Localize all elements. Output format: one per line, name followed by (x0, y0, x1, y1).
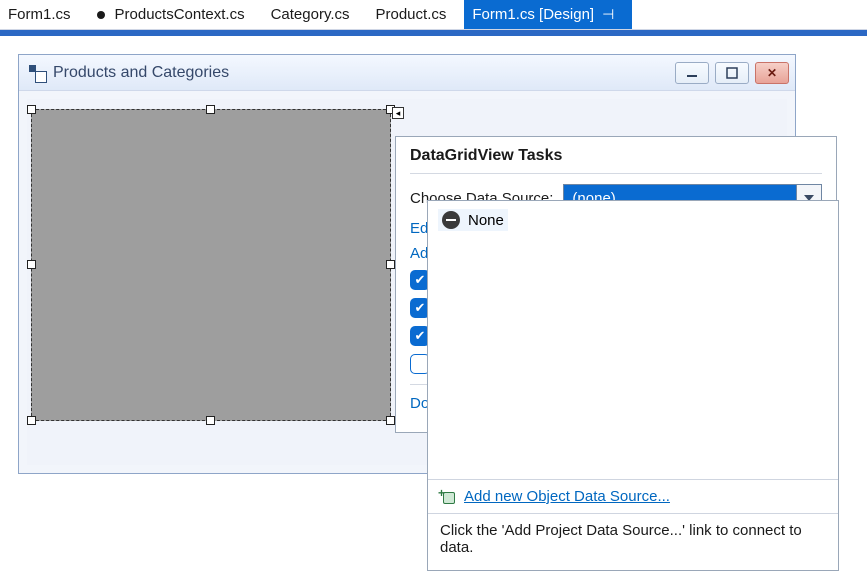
resize-handle-top-left[interactable] (27, 105, 36, 114)
data-source-option-none[interactable]: None (438, 209, 508, 231)
data-source-option-label: None (468, 212, 504, 229)
form-titlebar: Products and Categories ✕ (19, 55, 795, 91)
add-data-source-icon: + (440, 489, 456, 505)
close-button[interactable]: ✕ (755, 62, 789, 84)
tab-label: Form1.cs [Design] (472, 6, 594, 23)
pin-icon[interactable]: ⊣ (602, 6, 614, 23)
tab-category-cs[interactable]: Category.cs (263, 0, 368, 29)
data-source-popup: None + Add new Object Data Source... Cli… (427, 200, 839, 571)
tab-form1-cs[interactable]: Form1.cs (0, 0, 89, 29)
tab-label: ProductsContext.cs (115, 6, 245, 23)
smart-tag-glyph[interactable]: ◂ (392, 107, 404, 119)
tab-productscontext-cs[interactable]: ProductsContext.cs (89, 0, 263, 29)
resize-handle-middle-left[interactable] (27, 260, 36, 269)
add-object-data-source-link[interactable]: Add new Object Data Source... (464, 488, 670, 505)
data-source-tree[interactable]: None (428, 201, 838, 479)
resize-handle-bottom-left[interactable] (27, 416, 36, 425)
add-data-source-row: + Add new Object Data Source... (428, 480, 838, 513)
minimize-button[interactable] (675, 62, 709, 84)
window-buttons: ✕ (675, 62, 789, 84)
maximize-button[interactable] (715, 62, 749, 84)
datagridview-control[interactable]: ◂ (31, 109, 391, 421)
tab-label: Category.cs (271, 6, 350, 23)
resize-handle-bottom-middle[interactable] (206, 416, 215, 425)
resize-handle-top-middle[interactable] (206, 105, 215, 114)
designer-surface[interactable]: Products and Categories ✕ (0, 36, 867, 588)
form-app-icon (29, 65, 45, 81)
resize-handle-bottom-right[interactable] (386, 416, 395, 425)
tab-product-cs[interactable]: Product.cs (368, 0, 465, 29)
maximize-icon (726, 67, 738, 79)
form-title: Products and Categories (53, 64, 675, 82)
tab-label: Form1.cs (8, 6, 71, 23)
close-icon: ✕ (767, 66, 777, 80)
none-icon (442, 211, 460, 229)
tab-label: Product.cs (376, 6, 447, 23)
document-tab-strip: Form1.cs ProductsContext.cs Category.cs … (0, 0, 867, 30)
dirty-indicator-icon (97, 11, 105, 19)
tab-form1-design[interactable]: Form1.cs [Design] ⊣ (464, 0, 632, 29)
resize-handle-middle-right[interactable] (386, 260, 395, 269)
data-source-hint-text: Click the 'Add Project Data Source...' l… (428, 513, 838, 570)
tasks-panel-title: DataGridView Tasks (410, 147, 822, 174)
minimize-icon (686, 67, 698, 79)
